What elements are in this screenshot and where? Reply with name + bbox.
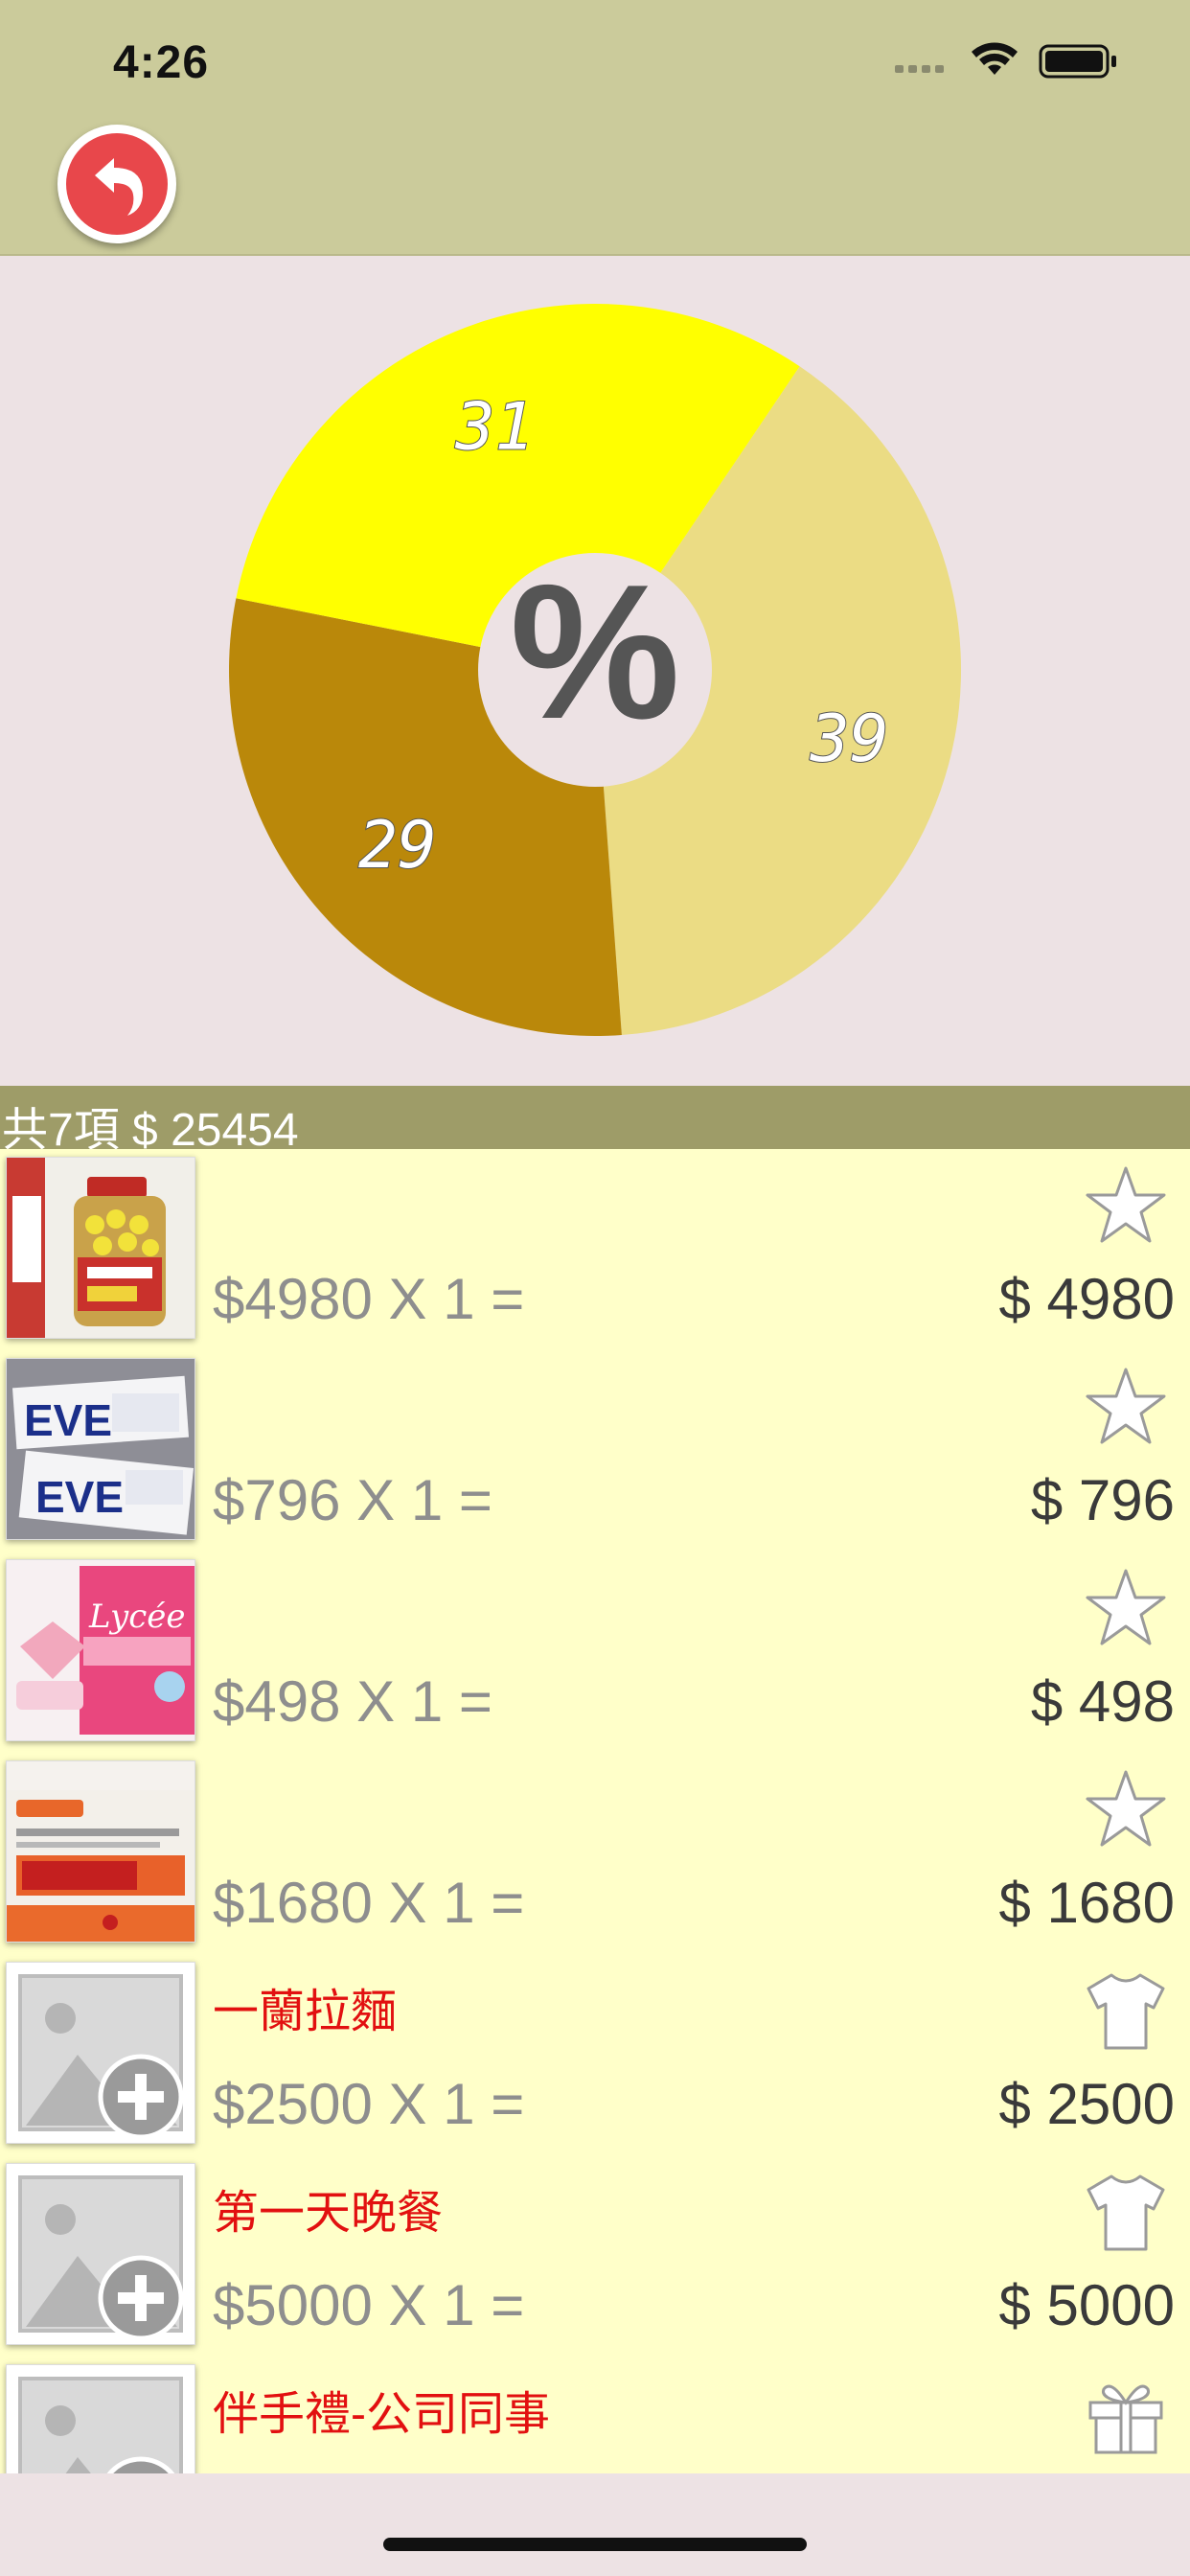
svg-text:EVE: EVE xyxy=(35,1472,124,1522)
star-icon[interactable] xyxy=(1083,1364,1169,1450)
item-title: 一蘭拉麵 xyxy=(213,1987,398,2037)
list-item[interactable]: Lycée $498 X 1 = $ 498 xyxy=(0,1552,1190,1753)
item-formula: $5000 X 1 = xyxy=(213,2273,525,2337)
navigation-bar: 4:26 xyxy=(0,0,1190,256)
pie-slice-label: 31 xyxy=(454,390,534,466)
item-formula: $796 X 1 = xyxy=(213,1468,492,1532)
star-icon[interactable] xyxy=(1083,1162,1169,1249)
home-indicator[interactable] xyxy=(383,2538,807,2551)
bottom-safe-area xyxy=(0,2473,1190,2576)
list-item[interactable]: EVE EVE $796 X 1 = $ 796 xyxy=(0,1350,1190,1552)
percentage-pie-chart: % 39 29 31 xyxy=(229,304,962,1037)
cellular-signal-icon xyxy=(895,65,944,73)
add-photo-placeholder[interactable] xyxy=(6,2364,195,2473)
item-photo[interactable]: Lycée xyxy=(6,1559,195,1741)
svg-text:Lycée: Lycée xyxy=(88,1598,185,1636)
item-total: $ 498 xyxy=(1030,1669,1175,1734)
shirt-icon[interactable] xyxy=(1083,2169,1169,2255)
svg-text:EVE: EVE xyxy=(24,1395,112,1445)
add-photo-placeholder[interactable] xyxy=(6,1962,195,2144)
pie-chart-area: % 39 29 31 xyxy=(0,256,1190,1086)
battery-icon xyxy=(1039,44,1116,79)
item-title: 第一天晚餐 xyxy=(213,2188,444,2239)
item-formula: $2500 X 1 = xyxy=(213,2072,525,2136)
item-title: 伴手禮-公司同事 xyxy=(213,2389,550,2440)
item-total: $ 5000 xyxy=(998,2273,1175,2337)
item-total: $ 2500 xyxy=(998,2072,1175,2136)
add-photo-icon xyxy=(7,2365,195,2473)
status-icons xyxy=(895,42,1116,79)
item-photo[interactable]: EVE EVE xyxy=(6,1358,195,1540)
star-icon[interactable] xyxy=(1083,1565,1169,1651)
item-photo[interactable] xyxy=(6,1157,195,1339)
status-time: 4:26 xyxy=(113,37,210,88)
add-photo-icon xyxy=(7,1963,195,2143)
shirt-icon[interactable] xyxy=(1083,1967,1169,2054)
list-item[interactable]: 第一天晚餐 $5000 X 1 = $ 5000 xyxy=(0,2155,1190,2357)
summary-bar: 共7項 $ 25454 xyxy=(0,1086,1190,1156)
item-formula: $1680 X 1 = xyxy=(213,1871,525,1935)
gift-icon[interactable] xyxy=(1083,2370,1169,2456)
item-total: $ 796 xyxy=(1030,1468,1175,1532)
star-icon[interactable] xyxy=(1083,1766,1169,1852)
wifi-icon xyxy=(972,42,1018,75)
item-total: $ 4980 xyxy=(998,1267,1175,1331)
add-photo-placeholder[interactable] xyxy=(6,2163,195,2345)
undo-arrow-icon xyxy=(95,158,143,216)
expense-list[interactable]: $4980 X 1 = $ 4980 EVE EVE $796 X 1 = $ … xyxy=(0,1149,1190,2473)
pie-slice-label: 29 xyxy=(358,808,437,884)
pie-center-label: % xyxy=(510,545,680,759)
item-formula: $498 X 1 = xyxy=(213,1669,492,1734)
list-item[interactable]: $4980 X 1 = $ 4980 xyxy=(0,1149,1190,1350)
list-item[interactable]: $1680 X 1 = $ 1680 xyxy=(0,1753,1190,1954)
list-item[interactable]: 一蘭拉麵 $2500 X 1 = $ 2500 xyxy=(0,1954,1190,2155)
item-photo[interactable] xyxy=(6,1760,195,1943)
item-total: $ 1680 xyxy=(998,1871,1175,1935)
back-button[interactable] xyxy=(57,125,176,243)
add-photo-icon xyxy=(7,2164,195,2344)
pie-slice-label: 39 xyxy=(810,702,889,777)
list-item[interactable]: 伴手禮-公司同事 xyxy=(0,2357,1190,2473)
item-formula: $4980 X 1 = xyxy=(213,1267,525,1331)
